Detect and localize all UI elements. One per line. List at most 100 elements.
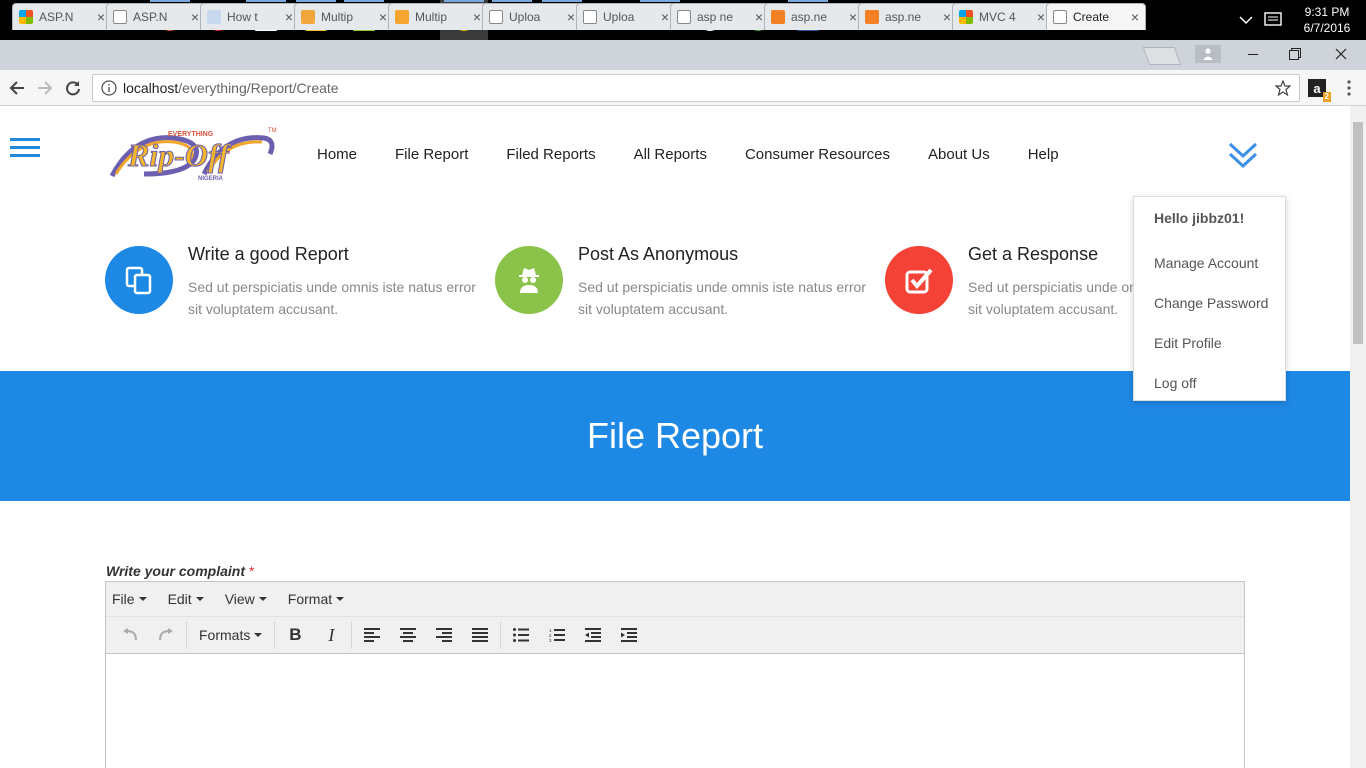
tray-expand-button[interactable] <box>1234 15 1258 25</box>
amazon-extension-button[interactable]: a 2 <box>1306 77 1331 102</box>
editor-menu-format[interactable]: Format <box>287 591 345 607</box>
info-icon[interactable] <box>101 80 117 96</box>
browser-tab[interactable]: asp.ne × <box>764 3 864 30</box>
browser-tab[interactable]: asp ne × <box>670 3 770 30</box>
browser-tab[interactable]: Multip × <box>388 3 488 30</box>
menu-item-manage-account[interactable]: Manage Account <box>1154 255 1258 271</box>
browser-tab[interactable]: ASP.N × <box>106 3 206 30</box>
page-icon <box>113 10 127 24</box>
forward-button[interactable] <box>34 77 56 99</box>
numbered-list-button[interactable]: 123 <box>539 620 575 650</box>
tab-close-icon[interactable]: × <box>661 9 669 25</box>
undo-button[interactable] <box>112 620 148 650</box>
nav-help[interactable]: Help <box>1009 144 1078 166</box>
tab-close-icon[interactable]: × <box>943 9 951 25</box>
menu-item-log-off[interactable]: Log off <box>1154 375 1197 391</box>
menu-item-edit-profile[interactable]: Edit Profile <box>1154 335 1222 351</box>
editor-menu-edit[interactable]: Edit <box>168 591 204 607</box>
align-center-button[interactable] <box>390 620 426 650</box>
feature-title: Post As Anonymous <box>578 244 739 264</box>
logo-tm-text: TM <box>268 128 277 134</box>
notifications-button[interactable] <box>1258 12 1288 28</box>
tab-close-icon[interactable]: × <box>1037 9 1045 25</box>
minimize-button[interactable] <box>1230 40 1276 68</box>
tab-close-icon[interactable]: × <box>473 9 481 25</box>
bullet-list-button[interactable] <box>503 620 539 650</box>
chrome-menu-button[interactable] <box>1338 77 1360 99</box>
tab-close-icon[interactable]: × <box>285 9 293 25</box>
feature-text: Sed ut perspiciatis unde omnis iste natu… <box>578 279 866 317</box>
editor-menubar: File Edit View Format <box>106 582 1244 617</box>
nav-filed-reports[interactable]: Filed Reports <box>487 144 614 166</box>
italic-icon: I <box>328 624 335 645</box>
menu-item-change-password[interactable]: Change Password <box>1154 295 1268 311</box>
editor-content-area[interactable] <box>106 654 1244 768</box>
feature-title: Write a good Report <box>188 244 349 264</box>
restore-button[interactable] <box>1272 40 1318 68</box>
indent-button[interactable] <box>611 620 647 650</box>
browser-tab[interactable]: How t × <box>200 3 300 30</box>
nav-all-reports[interactable]: All Reports <box>615 144 726 166</box>
nav-consumer-resources[interactable]: Consumer Resources <box>726 144 909 166</box>
bold-button[interactable]: B <box>277 620 313 650</box>
editor-toolbar: Formats B I 123 <box>106 617 1244 654</box>
menu-label: Format <box>287 591 333 607</box>
tab-close-icon[interactable]: × <box>755 9 763 25</box>
menu-label: View <box>224 591 255 607</box>
justify-button[interactable] <box>462 620 498 650</box>
stackoverflow-icon <box>771 10 785 24</box>
site-logo[interactable]: Rip-Off EVERYTHING NIGERIA TM <box>104 124 280 188</box>
arrow-left-icon <box>9 81 24 95</box>
bookmark-star-icon[interactable] <box>1275 80 1291 96</box>
address-bar[interactable]: localhost/everything/Report/Create <box>92 74 1300 102</box>
extension-badge: 2 <box>1322 92 1331 102</box>
tab-close-icon[interactable]: × <box>567 9 575 25</box>
stackoverflow-icon <box>865 10 879 24</box>
nav-about-us[interactable]: About Us <box>909 144 1009 166</box>
nav-file-report[interactable]: File Report <box>376 144 487 166</box>
browser-tab[interactable]: Create × <box>1046 3 1146 30</box>
tab-title: asp ne <box>697 10 734 24</box>
browser-tab[interactable]: Multip × <box>294 3 394 30</box>
editor-menu-view[interactable]: View <box>225 591 267 607</box>
browser-tab[interactable]: Uploa × <box>576 3 676 30</box>
tab-title: Multip <box>321 10 354 24</box>
taskbar-clock[interactable]: 9:31 PM 6/7/2016 <box>1288 4 1366 36</box>
menu-label: Edit <box>167 591 192 607</box>
nav-home[interactable]: Home <box>298 144 376 166</box>
caret-down-icon <box>258 597 267 601</box>
browser-tab[interactable]: Uploa × <box>482 3 582 30</box>
indent-icon <box>621 628 638 642</box>
editor-menu-file[interactable]: File <box>112 591 147 607</box>
close-window-button[interactable] <box>1318 40 1364 68</box>
new-tab-button[interactable] <box>1142 47 1182 65</box>
formats-dropdown[interactable]: Formats <box>189 627 272 643</box>
back-button[interactable] <box>6 77 28 99</box>
web-page: Rip-Off EVERYTHING NIGERIA TM Home File … <box>0 106 1350 768</box>
reload-button[interactable] <box>62 77 84 99</box>
browser-tab[interactable]: MVC 4 × <box>952 3 1052 30</box>
italic-button[interactable]: I <box>313 620 349 650</box>
page-scrollbar[interactable] <box>1350 106 1366 768</box>
scrollbar-thumb[interactable] <box>1353 122 1363 344</box>
tab-close-icon[interactable]: × <box>849 9 857 25</box>
browser-tab[interactable]: ASP.N × <box>12 3 112 30</box>
reload-icon <box>66 81 80 96</box>
hamburger-menu-button[interactable] <box>10 138 40 158</box>
tab-close-icon[interactable]: × <box>1131 9 1139 25</box>
tab-close-icon[interactable]: × <box>97 9 105 25</box>
tab-title: How t <box>227 10 258 24</box>
chevron-up-icon <box>1239 16 1253 25</box>
redo-button[interactable] <box>148 620 184 650</box>
bullet-list-icon <box>513 628 530 642</box>
align-left-button[interactable] <box>354 620 390 650</box>
browser-tab[interactable]: asp.ne × <box>858 3 958 30</box>
double-chevron-down-icon <box>1228 142 1258 169</box>
tab-close-icon[interactable]: × <box>191 9 199 25</box>
tab-close-icon[interactable]: × <box>379 9 387 25</box>
user-menu-toggle[interactable] <box>1226 138 1260 172</box>
profile-button[interactable] <box>1186 40 1230 68</box>
tab-title: MVC 4 <box>979 10 1016 24</box>
align-right-button[interactable] <box>426 620 462 650</box>
outdent-button[interactable] <box>575 620 611 650</box>
